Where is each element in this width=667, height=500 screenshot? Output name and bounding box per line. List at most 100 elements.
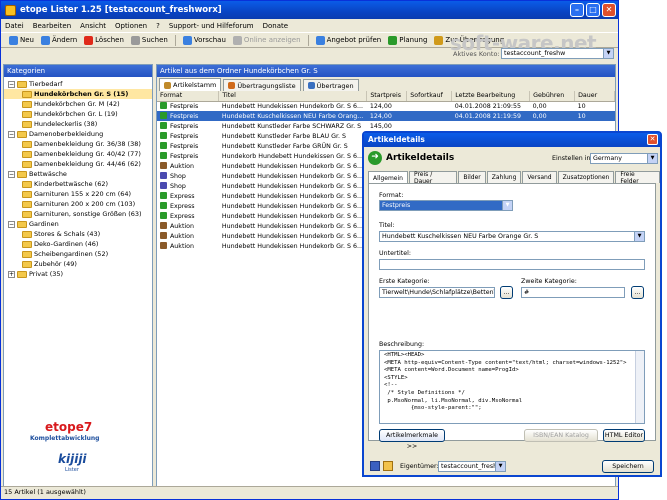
dialog-tab-3[interactable]: Zahlung — [486, 171, 522, 183]
menu-item-2[interactable]: Ansicht — [80, 22, 106, 30]
column-header[interactable]: Startpreis — [366, 91, 408, 102]
menu-item-6[interactable]: Donate — [263, 22, 288, 30]
tree-item[interactable]: Garnituren 200 x 200 cm (103) — [4, 199, 152, 209]
expand-toggle-icon[interactable]: − — [8, 80, 15, 88]
table-cell-edited — [452, 121, 530, 131]
folder-icon — [22, 140, 32, 148]
tree-item[interactable]: Damenbekleidung Gr. 44/46 (62) — [4, 159, 152, 169]
image-icon[interactable] — [383, 461, 393, 471]
dialog-tab-6[interactable]: Freie Felder — [615, 171, 660, 185]
table-row[interactable]: Festpreis Hundebett Kuschelkissen NEU Far… — [157, 111, 615, 121]
title-label: Titel: — [379, 222, 395, 229]
toolbar-button-1[interactable]: Ändern — [39, 35, 79, 45]
dialog-tab-5[interactable]: Zusatzoptionen — [557, 171, 615, 183]
format-select[interactable]: Festpreis ▼ — [379, 200, 513, 211]
column-header[interactable]: Format — [157, 91, 220, 102]
table-row[interactable]: Festpreis Hundebett Hundekissen Hundekorb… — [157, 101, 615, 111]
description-scrollbar[interactable] — [635, 351, 644, 423]
format-icon — [160, 192, 167, 199]
format-icon — [160, 132, 167, 139]
owner-select[interactable]: testaccount_freshw ▼ — [438, 461, 506, 472]
tree-item[interactable]: − Tierbedarf — [4, 79, 152, 89]
tree-item[interactable]: Garnituren, sonstige Größen (63) — [4, 209, 152, 219]
close-button[interactable]: ✕ — [602, 3, 616, 17]
expand-toggle-icon[interactable]: + — [8, 270, 15, 278]
save-button[interactable]: Speichern — [602, 460, 654, 473]
subtitle-input[interactable] — [379, 259, 645, 270]
toolbar-button-7[interactable]: Planung — [386, 35, 429, 45]
tree-item[interactable]: Hundekörbchen Gr. S (15) — [4, 89, 152, 99]
table-row[interactable]: Festpreis Hundebett Kunstleder Farbe SCHW… — [157, 121, 615, 131]
column-header[interactable]: Sofortkauf — [406, 91, 453, 102]
menu-item-5[interactable]: Support- und Hilfeforum — [169, 22, 254, 30]
title-input[interactable]: Hundebett Kuschelkissen NEU Farbe Orange… — [379, 231, 645, 242]
format-icon — [160, 202, 167, 209]
toolbar-button-0[interactable]: Neu — [7, 35, 36, 45]
category2-browse-button[interactable]: ... — [631, 286, 644, 299]
category1-browse-button[interactable]: ... — [500, 286, 513, 299]
description-editor[interactable]: <HTML><HEAD> <META http-equiv=Content-Typ… — [379, 350, 645, 424]
article-features-button[interactable]: Artikelmerkmale >> — [379, 429, 445, 450]
country-select[interactable]: Germany ▼ — [590, 153, 658, 164]
table-cell-title: Hundebett Hundekissen Hundekorb Gr. S 6.… — [219, 101, 367, 111]
save-disk-icon[interactable] — [370, 461, 380, 471]
column-header[interactable]: Gebühren — [529, 91, 576, 102]
tree-item[interactable]: − Damenoberbekleidung — [4, 129, 152, 139]
tree-item[interactable]: Scheibengardinen (52) — [4, 249, 152, 259]
tree-item[interactable]: Hundekörbchen Gr. L (19) — [4, 109, 152, 119]
category1-input[interactable]: Tierwelt\Hunde\Schlafplätze\Betten\Betti — [379, 287, 495, 298]
tab-2[interactable]: Übertragen — [302, 79, 359, 91]
tree-item[interactable]: Hundekörbchen Gr. M (42) — [4, 99, 152, 109]
expand-toggle-icon[interactable]: − — [8, 130, 15, 138]
subtitle-label: Untertitel: — [379, 250, 411, 257]
tree-item[interactable]: Garnituren 155 x 220 cm (64) — [4, 189, 152, 199]
toolbar-button-3[interactable]: Suchen — [129, 35, 170, 45]
account-select[interactable]: testaccount_freshw ▼ — [501, 48, 614, 59]
menu-item-3[interactable]: Optionen — [115, 22, 147, 30]
toolbar-icon-8 — [434, 35, 444, 45]
dialog-titlebar[interactable]: Artikeldetails ✕ — [364, 133, 660, 147]
menu-item-1[interactable]: Bearbeiten — [33, 22, 71, 30]
tree-item[interactable]: Deko-Gardinen (46) — [4, 239, 152, 249]
tree-item[interactable]: Kinderbettwäsche (62) — [4, 179, 152, 189]
toolbar-button-6[interactable]: Angebot prüfen — [314, 35, 384, 45]
dialog-tab-4[interactable]: Versand — [522, 171, 557, 183]
folder-icon — [22, 240, 32, 248]
tree-item[interactable]: Damenbekleidung Gr. 40/42 (77) — [4, 149, 152, 159]
category2-input[interactable]: # — [521, 287, 625, 298]
dialog-tab-2[interactable]: Bilder — [458, 171, 486, 183]
toolbar-button-2[interactable]: Löschen — [82, 35, 126, 45]
column-header[interactable]: Dauer — [574, 91, 615, 102]
tree-item[interactable]: Damenbekleidung Gr. 36/38 (38) — [4, 139, 152, 149]
column-header[interactable]: Letzte Bearbeitung — [451, 91, 531, 102]
column-header[interactable]: Titel — [218, 91, 368, 102]
menu-item-0[interactable]: Datei — [5, 22, 24, 30]
dialog-close-button[interactable]: ✕ — [647, 134, 658, 145]
minimize-button[interactable]: – — [570, 3, 584, 17]
folder-icon — [17, 170, 27, 178]
tab-1[interactable]: Übertragungsliste — [223, 79, 301, 91]
table-cell-format: Express — [157, 211, 219, 221]
tree-item[interactable]: Zubehör (49) — [4, 259, 152, 269]
expand-toggle-icon[interactable]: − — [8, 220, 15, 228]
isbn-catalog-button[interactable]: ISBN/EAN Katalog — [524, 429, 598, 442]
main-titlebar[interactable]: etope Lister 1.25 [testaccount_freshworx… — [1, 1, 618, 19]
tree-item[interactable]: − Bettwäsche — [4, 169, 152, 179]
tree-item[interactable]: + Privat (35) — [4, 269, 152, 279]
tab-icon — [164, 81, 171, 89]
toolbar-button-4[interactable]: Vorschau — [181, 35, 228, 45]
toolbar-label-3: Suchen — [141, 36, 168, 44]
tab-0[interactable]: Artikelstamm — [159, 78, 222, 91]
maximize-button[interactable]: □ — [586, 3, 600, 17]
tree-item[interactable]: Stores & Schals (43) — [4, 229, 152, 239]
dialog-tab-1[interactable]: Preis / Dauer — [408, 171, 458, 185]
tree-item[interactable]: Hundeleckerlis (38) — [4, 119, 152, 129]
chevron-down-icon: ▼ — [495, 462, 505, 471]
description-line: <META content=Word.Document name=ProgId> — [384, 367, 519, 374]
menu-item-4[interactable]: ? — [156, 22, 160, 30]
toolbar-button-5[interactable]: Online anzeigen — [231, 35, 303, 45]
expand-toggle-icon[interactable]: − — [8, 170, 15, 178]
html-editor-button[interactable]: HTML Editor — [603, 429, 645, 442]
tree-item[interactable]: − Gardinen — [4, 219, 152, 229]
table-cell-title: Hundebett Hundekissen Hundekorb Gr. S 6.… — [219, 231, 367, 241]
